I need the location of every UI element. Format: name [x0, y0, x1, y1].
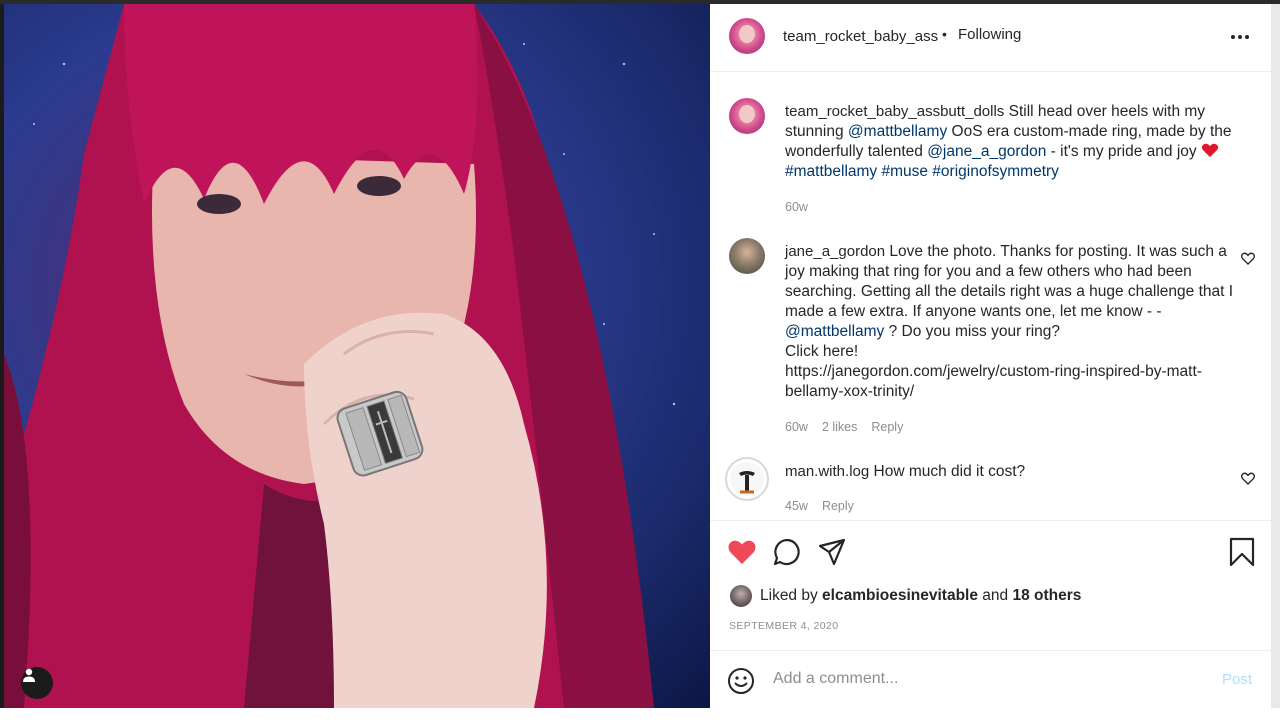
commenter-username[interactable]: man.with.log — [785, 463, 869, 480]
avatar-figure — [730, 462, 764, 496]
likes-others-link[interactable]: 18 others — [1012, 587, 1081, 605]
comment-text-part: Click here! — [785, 343, 859, 360]
comments-list[interactable]: team_rocket_baby_assbutt_dolls Still hea… — [710, 73, 1271, 520]
owner-avatar[interactable] — [729, 18, 765, 54]
owner-username[interactable]: team_rocket_baby_ass — [783, 28, 938, 45]
like-comment-heart-icon[interactable] — [1240, 250, 1256, 266]
emoji-icon[interactable] — [727, 667, 755, 695]
caption-text-part: - it's my pride and joy — [1050, 143, 1197, 160]
mention-link[interactable]: @mattbellamy — [785, 323, 884, 340]
mention-link[interactable]: @mattbellamy — [848, 123, 947, 140]
caption-username[interactable]: team_rocket_baby_assbutt_dolls — [785, 103, 1004, 120]
likes-prefix: Liked by — [760, 587, 818, 604]
comment-text-part: ? Do you miss your ring? — [888, 323, 1061, 340]
liker-username[interactable]: elcambioesinevitable — [822, 587, 978, 605]
post-side-panel: team_rocket_baby_ass • Following team_ro… — [710, 4, 1271, 708]
comment-meta: 45w Reply — [785, 499, 854, 513]
comment-text-part: How much did it cost? — [873, 463, 1026, 480]
following-button[interactable]: Following — [958, 26, 1021, 43]
add-comment-bar: Add a comment... Post — [710, 650, 1271, 708]
photo-illustration — [4, 4, 676, 708]
scrollbar-area — [1271, 4, 1280, 708]
post-photo[interactable] — [4, 4, 710, 708]
mention-link[interactable]: @jane_a_gordon — [927, 143, 1046, 160]
comment-likes[interactable]: 2 likes — [822, 420, 857, 434]
commenter-avatar[interactable] — [725, 457, 769, 501]
liker-avatar[interactable] — [730, 585, 752, 607]
hashtag-links[interactable]: #mattbellamy #muse #originofsymmetry — [785, 163, 1059, 180]
caption-age[interactable]: 60w — [785, 200, 808, 214]
more-options-icon[interactable] — [1228, 29, 1252, 45]
separator-dot: • — [942, 26, 947, 42]
liked-heart-icon[interactable] — [727, 537, 757, 567]
comment-icon[interactable] — [772, 537, 802, 567]
tagged-user-button[interactable] — [21, 667, 53, 699]
post-comment-button[interactable]: Post — [1222, 671, 1252, 688]
caption-text: team_rocket_baby_assbutt_dolls Still hea… — [785, 102, 1243, 182]
likes-conjunction: and — [982, 587, 1009, 604]
commenter-avatar[interactable] — [729, 238, 765, 274]
like-comment-heart-icon[interactable] — [1240, 470, 1256, 486]
comment-age[interactable]: 45w — [785, 499, 808, 513]
comment-age[interactable]: 60w — [785, 420, 808, 434]
comment-text: man.with.log How much did it cost? — [785, 462, 1243, 482]
save-bookmark-icon[interactable] — [1227, 537, 1257, 567]
commenter-username[interactable]: jane_a_gordon — [785, 243, 885, 260]
instagram-post-modal: team_rocket_baby_ass • Following team_ro… — [0, 0, 1280, 728]
red-heart-emoji-icon — [1201, 143, 1219, 158]
comment-text: jane_a_gordon Love the photo. Thanks for… — [785, 242, 1243, 402]
post-header: team_rocket_baby_ass • Following — [710, 4, 1271, 72]
comment-meta: 60w 2 likes Reply — [785, 420, 903, 434]
caption-avatar[interactable] — [729, 98, 765, 134]
caption-meta: 60w — [785, 200, 808, 214]
comment-url-text: https://janegordon.com/jewelry/custom-ri… — [785, 363, 1202, 400]
reply-button[interactable]: Reply — [822, 499, 854, 513]
post-date[interactable]: SEPTEMBER 4, 2020 — [729, 620, 839, 632]
reply-button[interactable]: Reply — [871, 420, 903, 434]
share-icon[interactable] — [817, 537, 847, 567]
user-icon — [23, 668, 35, 682]
likes-summary: Liked by elcambioesinevitable and 18 oth… — [730, 585, 1081, 607]
add-comment-input[interactable]: Add a comment... — [773, 670, 898, 688]
bottom-border — [0, 708, 1280, 728]
